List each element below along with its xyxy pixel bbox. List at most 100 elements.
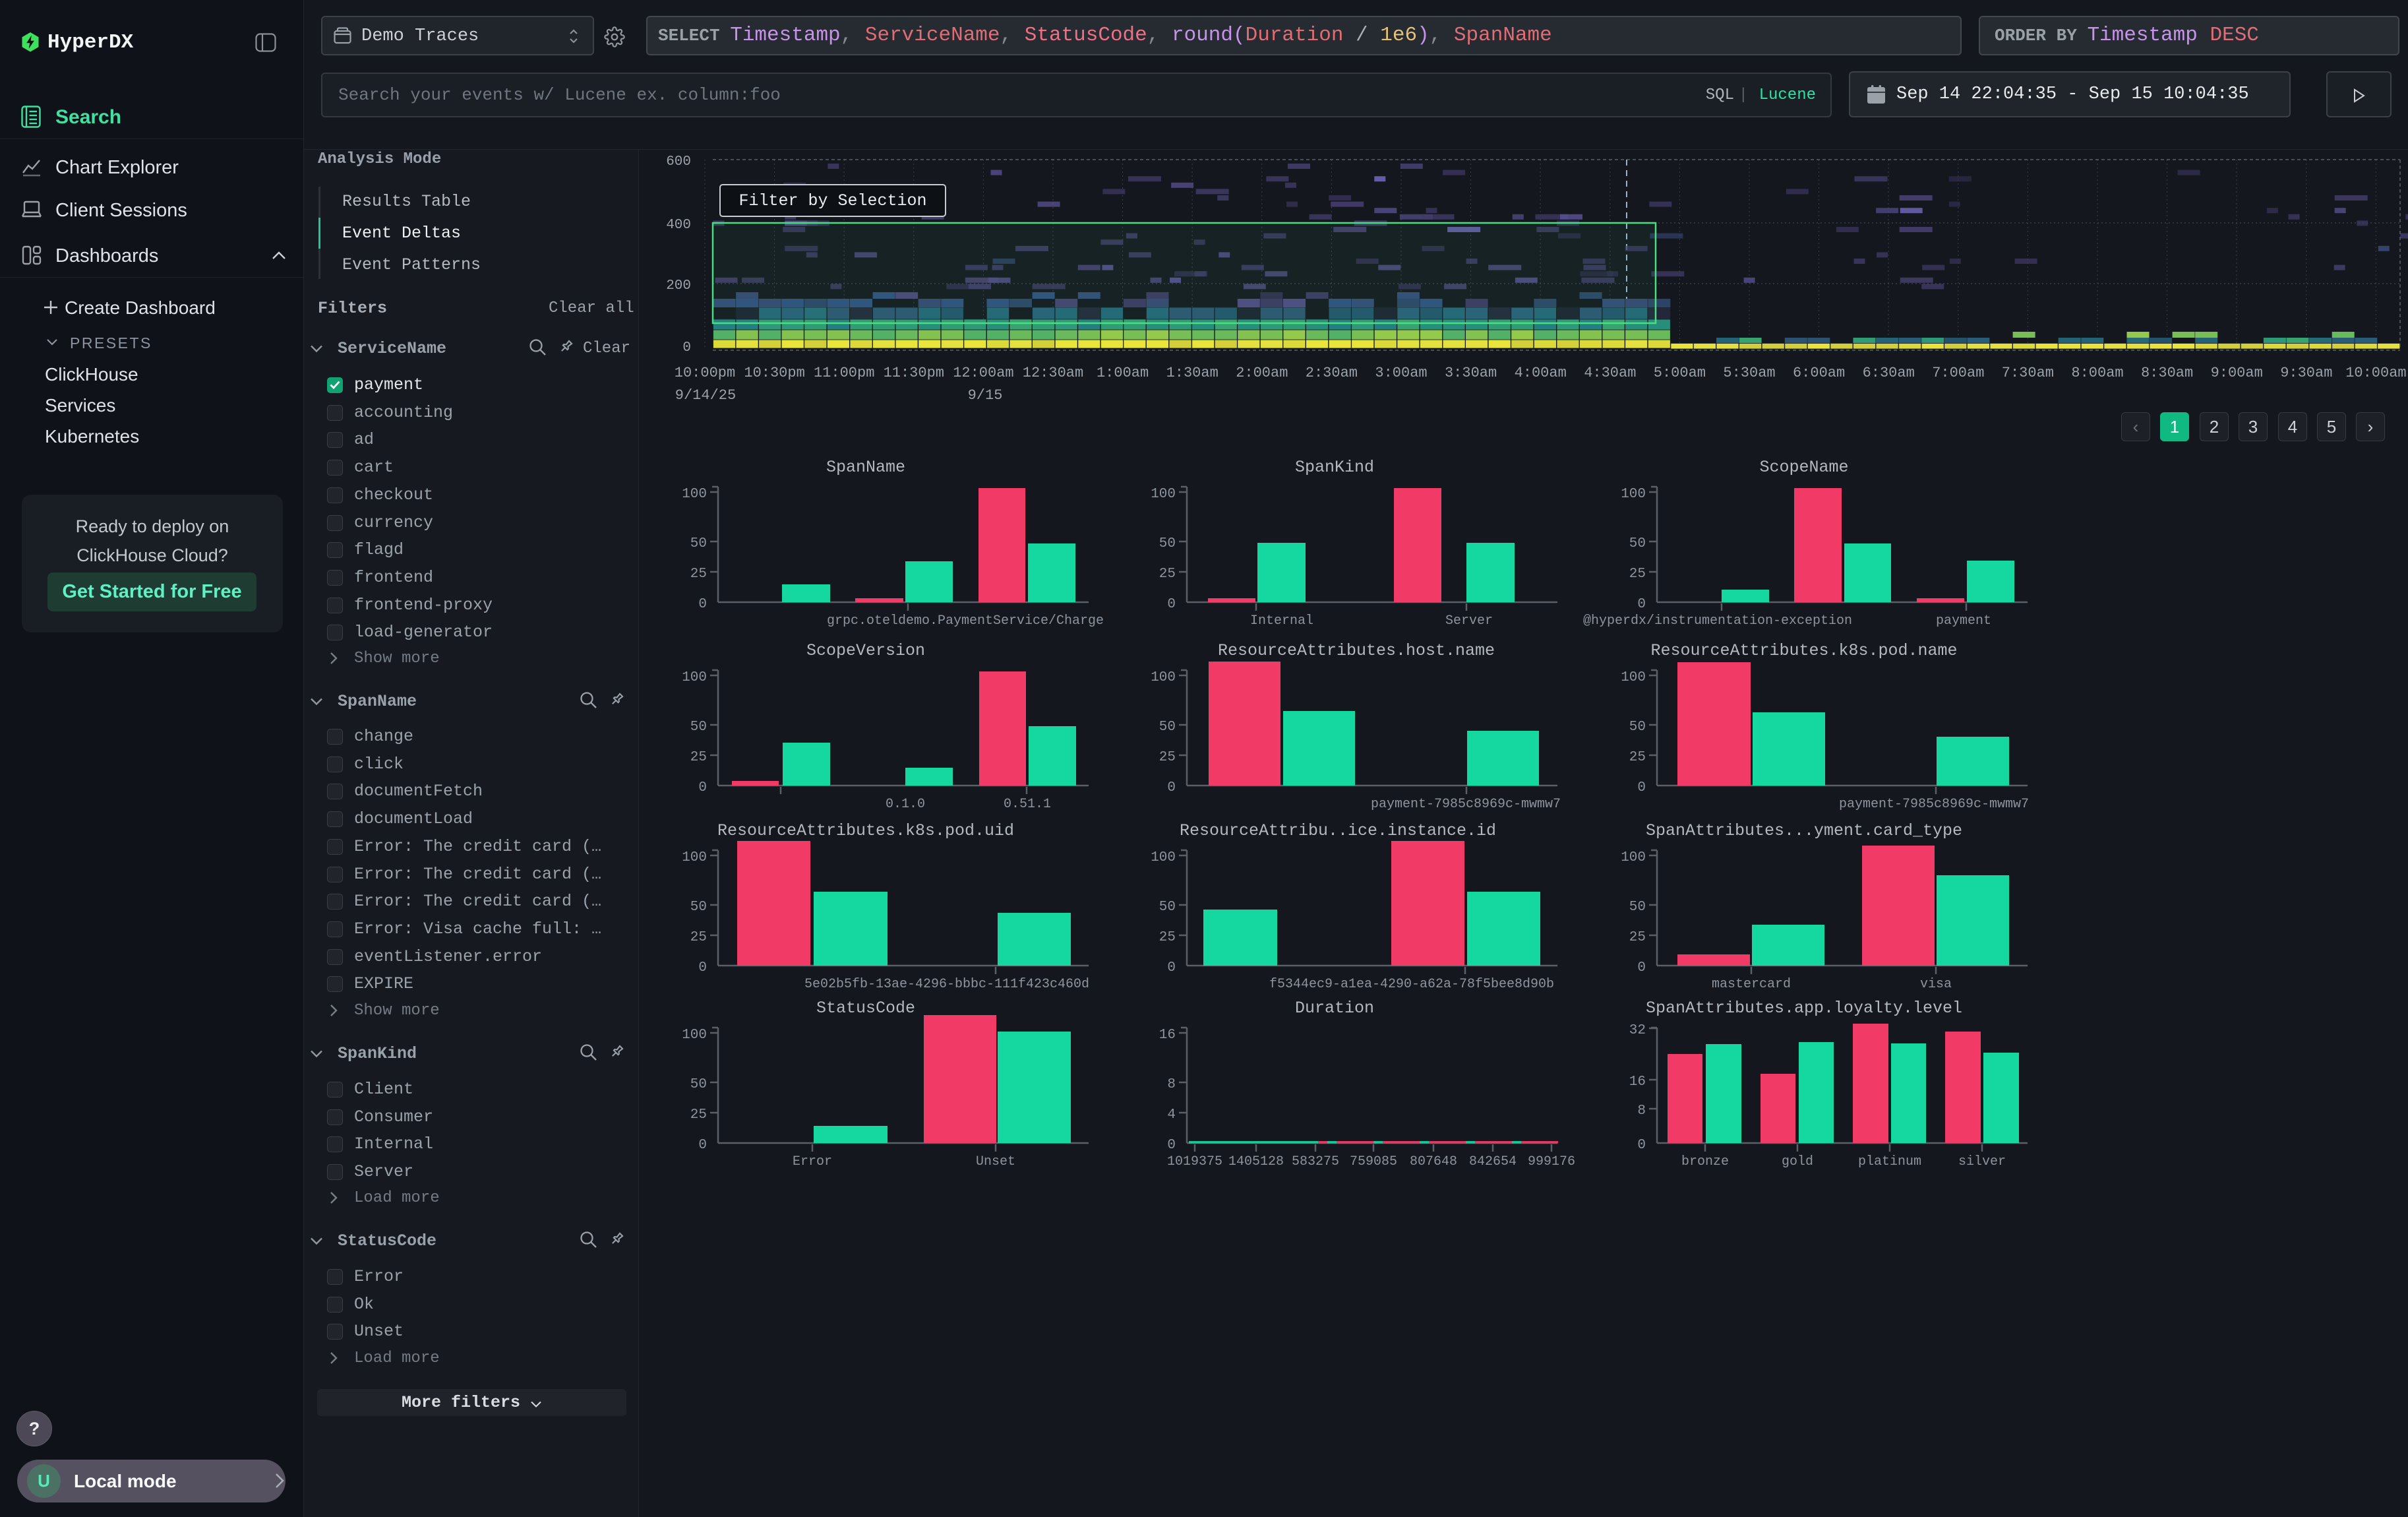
svg-text:visa: visa <box>1920 977 1952 992</box>
svg-text:0.51.1: 0.51.1 <box>1004 797 1051 812</box>
svg-text:8: 8 <box>1167 1077 1176 1092</box>
svg-text:@hyperdx/instrumentation-excep: @hyperdx/instrumentation-exception <box>1583 613 1852 629</box>
svg-text:10:30pm: 10:30pm <box>744 365 804 381</box>
svg-text:25: 25 <box>690 750 707 765</box>
svg-text:9:30am: 9:30am <box>2280 365 2332 381</box>
svg-text:0: 0 <box>1637 1138 1646 1153</box>
svg-text:100: 100 <box>1621 487 1646 502</box>
svg-text:0: 0 <box>698 780 707 795</box>
svg-text:25: 25 <box>1159 567 1176 582</box>
svg-text:100: 100 <box>682 670 707 685</box>
svg-text:50: 50 <box>1629 900 1646 915</box>
svg-text:25: 25 <box>1629 567 1646 582</box>
svg-text:25: 25 <box>1159 750 1176 765</box>
svg-text:SpanAttributes.app.loyalty.lev: SpanAttributes.app.loyalty.level <box>1646 999 1962 1018</box>
svg-text:100: 100 <box>1621 670 1646 685</box>
svg-text:50: 50 <box>1159 720 1176 735</box>
svg-text:100: 100 <box>682 487 707 502</box>
svg-text:4:00am: 4:00am <box>1515 365 1567 381</box>
svg-text:StatusCode: StatusCode <box>816 999 915 1018</box>
svg-text:50: 50 <box>1629 536 1646 551</box>
svg-text:100: 100 <box>682 1028 707 1043</box>
svg-text:0: 0 <box>1167 1138 1176 1153</box>
svg-text:50: 50 <box>690 720 707 735</box>
svg-text:ResourceAttributes.k8s.pod.nam: ResourceAttributes.k8s.pod.name <box>1650 641 1957 660</box>
svg-text:12:00am: 12:00am <box>953 365 1013 381</box>
svg-text:50: 50 <box>690 536 707 551</box>
svg-text:8:00am: 8:00am <box>2071 365 2123 381</box>
svg-text:9/14/25: 9/14/25 <box>675 387 736 404</box>
svg-text:SpanAttributes...yment.card_ty: SpanAttributes...yment.card_type <box>1646 821 1962 840</box>
svg-text:600: 600 <box>666 154 691 170</box>
svg-text:grpc.oteldemo.PaymentService/C: grpc.oteldemo.PaymentService/Charge <box>827 613 1104 629</box>
svg-text:50: 50 <box>1629 720 1646 735</box>
svg-text:1:30am: 1:30am <box>1166 365 1219 381</box>
svg-text:32: 32 <box>1629 1023 1646 1038</box>
svg-text:7:30am: 7:30am <box>2002 365 2054 381</box>
svg-text:platinum: platinum <box>1858 1154 1921 1169</box>
svg-text:Server: Server <box>1445 613 1493 629</box>
svg-text:999176: 999176 <box>1528 1154 1575 1169</box>
svg-text:200: 200 <box>666 278 691 294</box>
svg-text:gold: gold <box>1782 1154 1813 1169</box>
svg-text:Duration: Duration <box>1295 999 1374 1018</box>
svg-text:50: 50 <box>1159 900 1176 915</box>
svg-text:4: 4 <box>1167 1107 1176 1123</box>
svg-text:11:30pm: 11:30pm <box>884 365 944 381</box>
svg-text:6:00am: 6:00am <box>1793 365 1845 381</box>
svg-text:3:30am: 3:30am <box>1445 365 1497 381</box>
svg-text:8:30am: 8:30am <box>2141 365 2193 381</box>
svg-text:0: 0 <box>682 340 691 356</box>
svg-text:25: 25 <box>690 567 707 582</box>
svg-text:100: 100 <box>1151 850 1176 865</box>
svg-text:16: 16 <box>1629 1074 1646 1090</box>
svg-text:400: 400 <box>666 218 691 233</box>
svg-text:0: 0 <box>698 597 707 612</box>
svg-text:payment-7985c8969c-mwmw7: payment-7985c8969c-mwmw7 <box>1371 797 1561 812</box>
svg-text:25: 25 <box>1159 930 1176 945</box>
svg-text:ScopeVersion: ScopeVersion <box>806 641 925 660</box>
svg-text:0: 0 <box>1167 597 1176 612</box>
svg-text:SpanKind: SpanKind <box>1295 458 1374 477</box>
svg-text:1405128: 1405128 <box>1228 1154 1284 1169</box>
svg-text:Error: Error <box>793 1154 832 1169</box>
svg-text:25: 25 <box>690 930 707 945</box>
svg-text:SpanName: SpanName <box>826 458 905 477</box>
svg-text:50: 50 <box>1159 536 1176 551</box>
svg-text:0: 0 <box>1167 960 1176 975</box>
svg-text:5:30am: 5:30am <box>1723 365 1775 381</box>
svg-text:50: 50 <box>690 900 707 915</box>
svg-text:807648: 807648 <box>1410 1154 1457 1169</box>
svg-text:payment: payment <box>1936 613 1991 629</box>
svg-text:f5344ec9-a1ea-4290-a62a-78f5be: f5344ec9-a1ea-4290-a62a-78f5bee8d90b <box>1269 977 1554 992</box>
svg-text:0: 0 <box>698 1138 707 1153</box>
svg-text:25: 25 <box>1629 930 1646 945</box>
svg-text:100: 100 <box>1151 670 1176 685</box>
svg-text:9/15: 9/15 <box>968 387 1003 404</box>
svg-text:10:00pm: 10:00pm <box>675 365 735 381</box>
svg-text:1019375: 1019375 <box>1167 1154 1222 1169</box>
svg-text:5:00am: 5:00am <box>1654 365 1706 381</box>
svg-text:Unset: Unset <box>976 1154 1015 1169</box>
svg-text:583275: 583275 <box>1292 1154 1339 1169</box>
svg-text:5e02b5fb-13ae-4296-bbbc-111f42: 5e02b5fb-13ae-4296-bbbc-111f423c460d <box>804 977 1089 992</box>
svg-text:100: 100 <box>1621 850 1646 865</box>
svg-text:1:00am: 1:00am <box>1097 365 1149 381</box>
svg-text:100: 100 <box>1151 487 1176 502</box>
svg-text:ResourceAttributes.host.name: ResourceAttributes.host.name <box>1218 641 1495 660</box>
svg-text:2:30am: 2:30am <box>1306 365 1358 381</box>
svg-text:0: 0 <box>1167 780 1176 795</box>
svg-text:3:00am: 3:00am <box>1375 365 1427 381</box>
svg-text:ResourceAttribu..ice.instance.: ResourceAttribu..ice.instance.id <box>1180 821 1496 840</box>
svg-text:2:00am: 2:00am <box>1236 365 1288 381</box>
svg-text:16: 16 <box>1159 1028 1176 1043</box>
svg-text:ScopeName: ScopeName <box>1759 458 1848 477</box>
svg-text:mastercard: mastercard <box>1712 977 1791 992</box>
svg-text:25: 25 <box>1629 750 1646 765</box>
svg-text:silver: silver <box>1958 1154 2006 1169</box>
svg-text:11:00pm: 11:00pm <box>814 365 874 381</box>
svg-text:25: 25 <box>690 1107 707 1123</box>
svg-text:100: 100 <box>682 850 707 865</box>
svg-text:4:30am: 4:30am <box>1584 365 1636 381</box>
svg-text:0: 0 <box>1637 960 1646 975</box>
